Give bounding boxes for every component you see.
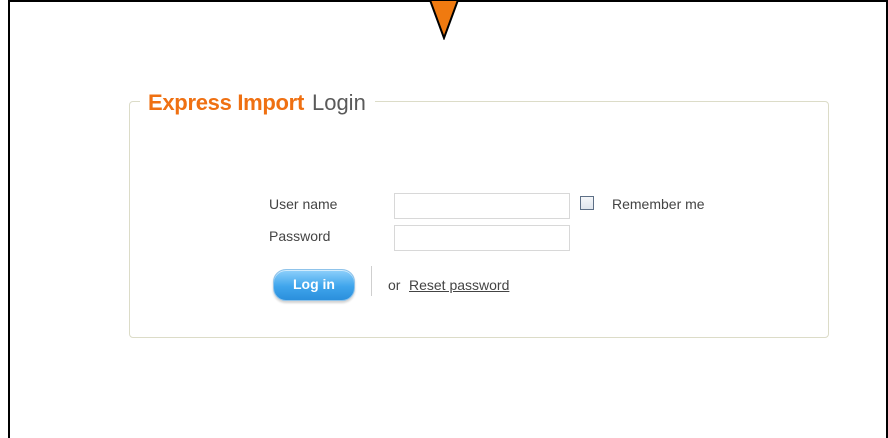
password-input[interactable]: [394, 225, 570, 251]
down-arrow-pointer-icon: [428, 0, 460, 40]
remember-me-label: Remember me: [612, 196, 705, 212]
button-divider: [371, 266, 372, 296]
remember-me-checkbox[interactable]: [580, 196, 594, 210]
page-title: Login: [311, 90, 366, 115]
brand-name: Express Import: [148, 90, 304, 115]
username-input[interactable]: [394, 193, 570, 219]
reset-password-link[interactable]: Reset password: [409, 277, 509, 293]
window-frame-left: [8, 0, 10, 438]
login-panel: [129, 101, 829, 338]
username-label: User name: [269, 196, 338, 212]
or-text: or: [388, 277, 401, 293]
panel-heading: Express Import Login: [140, 88, 375, 118]
login-button[interactable]: Log in: [273, 269, 355, 301]
password-label: Password: [269, 228, 331, 244]
